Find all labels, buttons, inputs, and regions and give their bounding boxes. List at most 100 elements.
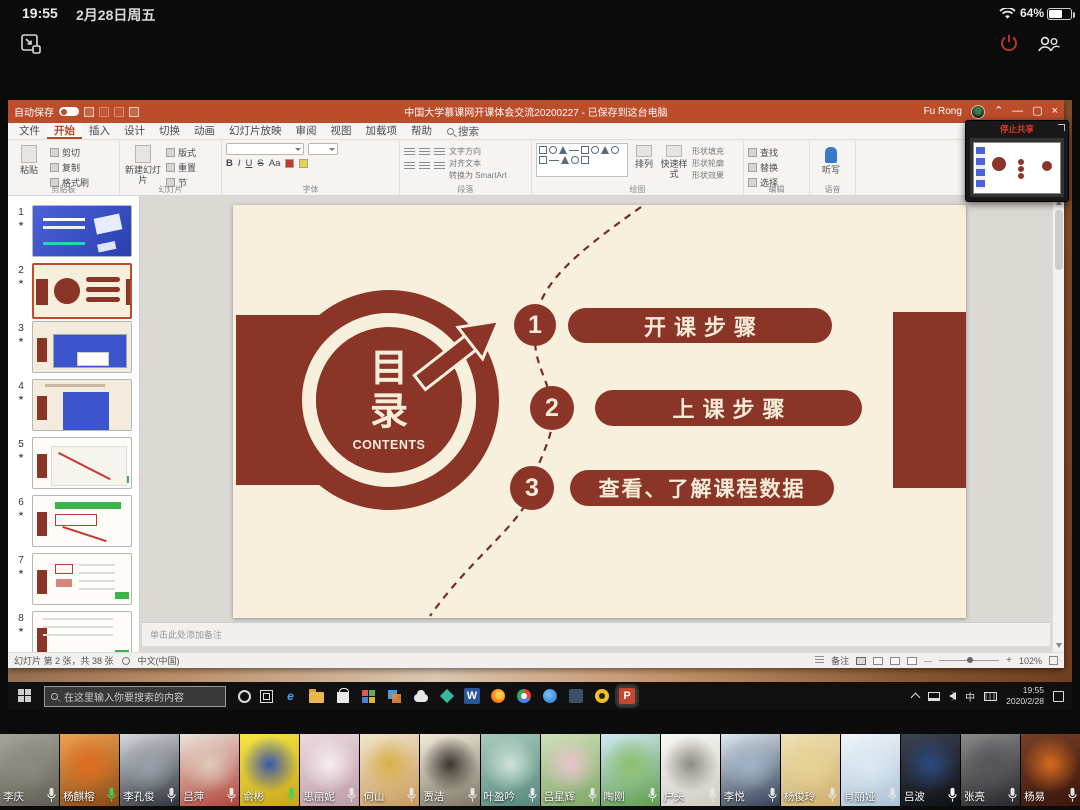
file-explorer-icon[interactable] (308, 688, 325, 705)
word-icon[interactable]: W (464, 688, 480, 704)
slide-thumbnail-5[interactable] (32, 437, 132, 489)
onedrive-icon[interactable] (412, 688, 429, 705)
shapes-gallery[interactable] (536, 143, 628, 177)
participant-tile[interactable]: 叶盈吟 (481, 734, 540, 806)
volume-icon[interactable] (949, 692, 956, 700)
tab-帮助[interactable]: 帮助 (404, 123, 439, 139)
bold-button[interactable]: B (226, 158, 233, 169)
align-text-button[interactable]: 对齐文本 (449, 158, 507, 169)
notes-pane[interactable]: 单击此处添加备注 (142, 622, 1050, 646)
participant-tile[interactable]: 俞彬 (240, 734, 299, 806)
store-icon[interactable] (334, 688, 351, 705)
slide-thumbnail-8[interactable] (32, 611, 132, 652)
slideshow-view-icon[interactable] (907, 657, 917, 665)
taskbar-clock[interactable]: 19:55 2020/2/28 (1006, 685, 1044, 706)
slide-thumb-row-6[interactable]: 6 (8, 492, 139, 550)
change-case-button[interactable]: Aa (269, 158, 281, 169)
participant-tile[interactable]: 李孔俊 (120, 734, 179, 806)
shape-outline-button[interactable]: 形状轮廓 (692, 158, 724, 169)
cut-button[interactable]: 剪切 (50, 146, 89, 159)
stop-share-button[interactable]: 停止共享 (1000, 123, 1034, 135)
slide-thumbnail-1[interactable] (32, 205, 132, 257)
zoom-out-button[interactable] (924, 656, 932, 666)
slide-thumbnail-2[interactable] (32, 263, 132, 319)
slide-thumb-row-7[interactable]: 7 (8, 550, 139, 608)
sorter-view-icon[interactable] (873, 657, 883, 665)
participant-tile[interactable]: 思丽妮 (300, 734, 359, 806)
copy-button[interactable]: 复制 (50, 161, 89, 174)
shape-fill-button[interactable]: 形状填充 (692, 146, 724, 157)
participant-tile[interactable]: 陶刚 (601, 734, 660, 806)
tab-审阅[interactable]: 审阅 (289, 123, 324, 139)
participant-tile[interactable]: 李庆 (0, 734, 59, 806)
preview-icon[interactable] (129, 107, 139, 117)
scroll-thumb[interactable] (1055, 210, 1063, 270)
italic-button[interactable]: I (238, 158, 241, 169)
participant-tile[interactable]: 户头 (661, 734, 720, 806)
paste-button[interactable]: 粘贴 (12, 143, 46, 175)
redo-icon[interactable] (114, 107, 124, 117)
participant-tile[interactable]: 贾洁 (420, 734, 479, 806)
text-direction-button[interactable]: 文字方向 (449, 146, 507, 157)
pinned-app-icon[interactable] (567, 688, 584, 705)
participant-tile[interactable]: 何山 (360, 734, 419, 806)
scroll-down-arrow[interactable] (1056, 643, 1062, 648)
slide-thumb-row-3[interactable]: 3 (8, 318, 139, 376)
find-button[interactable]: 查找 (748, 146, 778, 159)
quick-styles-button[interactable]: 快速样式 (660, 143, 688, 180)
vertical-scrollbar[interactable] (1052, 196, 1064, 652)
layout-button[interactable]: 版式 (166, 146, 196, 159)
share-overlay-window[interactable]: 停止共享 (965, 120, 1069, 202)
shape-effects-button[interactable]: 形状效果 (692, 170, 724, 181)
tab-幻灯片放映[interactable]: 幻灯片放映 (222, 123, 289, 139)
notes-toggle-icon[interactable] (815, 656, 824, 665)
taskbar-search[interactable]: 在这里输入你要搜索的内容 (44, 686, 226, 707)
zoom-level[interactable]: 102% (1019, 656, 1042, 666)
arrange-button[interactable]: 排列 (632, 143, 656, 169)
slide-thumbnail-6[interactable] (32, 495, 132, 547)
tab-动画[interactable]: 动画 (187, 123, 222, 139)
slide-thumb-row-8[interactable]: 8 (8, 608, 139, 652)
tab-切换[interactable]: 切换 (152, 123, 187, 139)
browser-icon[interactable] (541, 688, 558, 705)
underline-button[interactable]: U (246, 158, 253, 169)
participant-tile[interactable]: 肖丽娅 (841, 734, 900, 806)
highlight-button[interactable] (299, 159, 308, 168)
slide-thumbnail-3[interactable] (32, 321, 132, 373)
slide-thumbnail-4[interactable] (32, 379, 132, 431)
account-avatar[interactable] (971, 105, 985, 119)
tab-加载项[interactable]: 加载项 (359, 123, 405, 139)
start-button[interactable] (18, 689, 32, 703)
hidden-icons-chevron[interactable] (911, 693, 921, 703)
slide-thumb-row-5[interactable]: 5 (8, 434, 139, 492)
dictate-button[interactable]: 听写 (814, 143, 848, 175)
smartart-button[interactable]: 转换为 SmartArt (449, 170, 507, 181)
ribbon-search[interactable]: 搜索 (439, 123, 487, 139)
zoom-in-button[interactable] (1006, 655, 1012, 666)
zoom-slider[interactable] (939, 660, 999, 661)
reset-button[interactable]: 重置 (166, 161, 196, 174)
language-indicator[interactable]: 中文(中国) (138, 654, 180, 667)
font-color-button[interactable] (285, 159, 294, 168)
action-center-icon[interactable] (1053, 691, 1064, 702)
tab-文件[interactable]: 文件 (12, 123, 47, 139)
participant-tile[interactable]: 吕波 (901, 734, 960, 806)
cortana-button[interactable] (238, 690, 251, 703)
slide-thumb-row-1[interactable]: 1 (8, 202, 139, 260)
participant-tile[interactable]: 张亮 (961, 734, 1020, 806)
font-size-select[interactable] (308, 143, 338, 155)
ime-indicator[interactable]: 中 (965, 689, 975, 704)
photos-icon[interactable] (360, 688, 377, 705)
participant-tile[interactable]: 吕萍 (180, 734, 239, 806)
paint3d-icon[interactable] (438, 688, 455, 705)
strikethrough-button[interactable]: S (257, 158, 263, 169)
save-icon[interactable] (84, 107, 94, 117)
participants-icon[interactable] (1036, 35, 1062, 53)
firefox-icon[interactable] (489, 688, 506, 705)
reading-view-icon[interactable] (890, 657, 900, 665)
tab-开始[interactable]: 开始 (47, 123, 82, 139)
replace-button[interactable]: 替换 (748, 161, 778, 174)
slide-thumbnails[interactable]: 12345678 (8, 196, 140, 652)
snip-icon[interactable] (386, 688, 403, 705)
network-icon[interactable] (928, 692, 940, 701)
